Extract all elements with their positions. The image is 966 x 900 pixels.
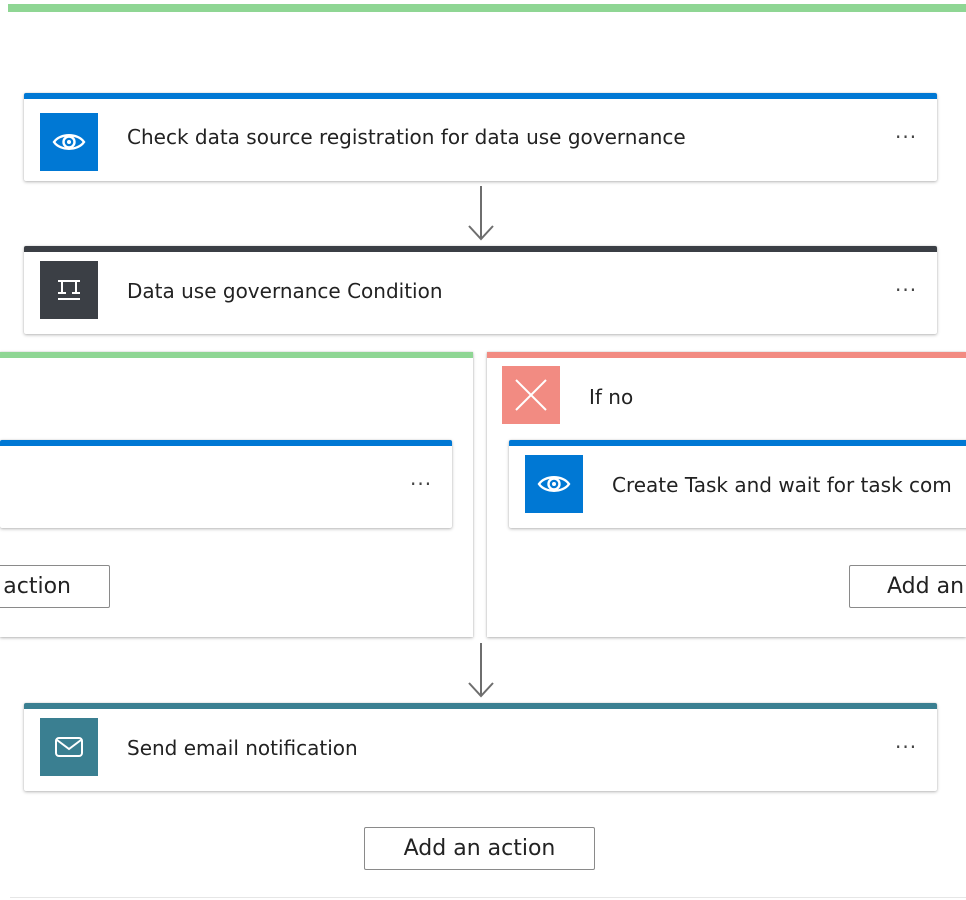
more-options-button[interactable]: ··· (895, 127, 917, 147)
arrow-down-icon (468, 186, 494, 241)
more-options-button[interactable]: ··· (895, 737, 917, 757)
condition-icon (40, 261, 98, 319)
card-accent-bar (0, 440, 452, 446)
card-accent-bar (24, 703, 937, 709)
card-accent-bar (24, 93, 937, 99)
step-send-email[interactable]: Send email notification ··· (24, 703, 937, 791)
branch-success-bar (0, 352, 473, 358)
branch-label: If no (589, 385, 634, 409)
step-check-registration[interactable]: Check data source registration for data … (24, 93, 937, 181)
step-title: Check data source registration for data … (127, 125, 686, 149)
arrow-down-icon (468, 643, 494, 698)
more-options-button[interactable]: ··· (895, 280, 917, 300)
card-accent-bar (509, 440, 966, 446)
more-options-button[interactable]: ··· (410, 474, 432, 494)
step-title: Data use governance Condition (127, 279, 443, 303)
card-accent-bar (24, 246, 937, 252)
branch-failure-bar (487, 352, 966, 358)
add-action-button[interactable]: Add an action (364, 827, 595, 870)
step-title: Create Task and wait for task com (612, 473, 952, 497)
add-action-button[interactable]: Add an (849, 565, 966, 608)
close-icon (502, 366, 560, 424)
if-no-action-card[interactable]: Create Task and wait for task com (509, 440, 966, 528)
divider (10, 897, 966, 898)
mail-icon (40, 718, 98, 776)
if-yes-action-card[interactable]: ··· (0, 440, 452, 528)
step-title: Send email notification (127, 736, 358, 760)
add-action-button[interactable]: action (0, 565, 110, 608)
branch-success-bar (8, 4, 966, 12)
eye-icon (525, 455, 583, 513)
step-condition[interactable]: Data use governance Condition ··· (24, 246, 937, 334)
eye-icon (40, 113, 98, 171)
